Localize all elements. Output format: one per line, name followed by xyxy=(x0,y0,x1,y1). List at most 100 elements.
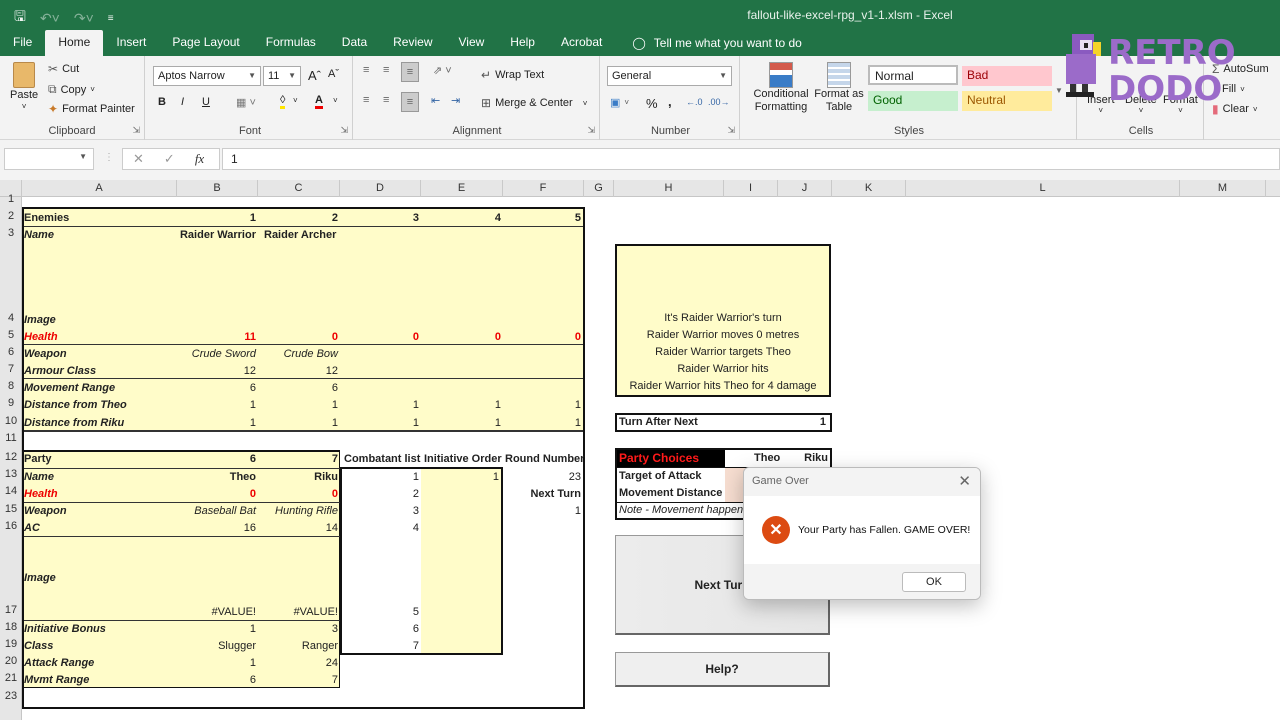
enemy-movement[interactable]: 6 xyxy=(177,380,258,397)
close-icon[interactable]: ✕ xyxy=(958,472,971,490)
party-name[interactable]: Riku xyxy=(258,469,340,486)
column-header[interactable]: E xyxy=(421,180,503,197)
increase-decimal-icon[interactable]: ←.0 xyxy=(686,97,703,107)
party-attack-label[interactable]: Attack Range xyxy=(22,655,96,672)
row-header[interactable]: 13 xyxy=(0,468,22,480)
font-size-select[interactable]: 11 ▼ xyxy=(263,66,301,86)
wrap-text-button[interactable]: ↵ Wrap Text xyxy=(481,68,544,82)
format-as-table-button[interactable]: Format as Table xyxy=(814,62,864,114)
enemy-dist-riku[interactable]: 1 xyxy=(340,415,421,432)
font-color-icon[interactable]: A xyxy=(315,94,323,109)
enemy-dist-riku[interactable]: 1 xyxy=(421,415,503,432)
orientation-icon[interactable]: ⇗ ˅ xyxy=(433,64,452,77)
party-image-label[interactable]: Image xyxy=(22,570,58,587)
combatant-item[interactable]: 3 xyxy=(340,503,421,520)
enemy-dist-riku[interactable]: 1 xyxy=(258,415,340,432)
percent-button[interactable]: % xyxy=(646,96,658,111)
party-image-error[interactable]: #VALUE! xyxy=(258,604,340,621)
decrease-font-icon[interactable]: Aˇ xyxy=(328,68,339,80)
comma-button[interactable]: , xyxy=(668,94,672,109)
row-header[interactable]: 20 xyxy=(0,655,22,667)
enemy-dist-riku-label[interactable]: Distance from Riku xyxy=(22,415,126,432)
party-header[interactable]: Party xyxy=(22,451,54,468)
enemy-weapon-label[interactable]: Weapon xyxy=(22,346,69,363)
combatant-list-header[interactable]: Combatant list xyxy=(342,451,422,468)
accounting-format-icon[interactable]: ▣ ˅ xyxy=(610,96,629,109)
column-header[interactable]: D xyxy=(340,180,421,197)
tell-me-search[interactable]: ◯ Tell me what you want to do xyxy=(619,30,815,56)
cut-button[interactable]: ✂ Cut xyxy=(48,62,79,76)
column-header[interactable]: I xyxy=(724,180,778,197)
row-header[interactable]: 4 xyxy=(0,312,22,324)
decrease-decimal-icon[interactable]: .00→ xyxy=(708,97,730,107)
row-header[interactable]: 21 xyxy=(0,672,22,684)
enemy-health[interactable]: 11 xyxy=(177,329,258,346)
combatant-item[interactable]: 2 xyxy=(340,486,421,503)
row-header[interactable]: 10 xyxy=(0,415,22,427)
column-header[interactable]: H xyxy=(614,180,724,197)
party-id[interactable]: 6 xyxy=(177,451,258,468)
target-of-attack-label[interactable]: Target of Attack xyxy=(617,468,704,485)
enemy-dist-theo[interactable]: 1 xyxy=(421,397,503,414)
party-class-label[interactable]: Class xyxy=(22,638,55,655)
style-normal[interactable]: Normal xyxy=(868,65,958,85)
row-header[interactable]: 5 xyxy=(0,329,22,341)
party-choices-header[interactable]: Party Choices xyxy=(617,450,701,467)
combatant-item[interactable]: 7 xyxy=(340,638,421,655)
party-id[interactable]: 7 xyxy=(258,451,340,468)
movement-distance-label[interactable]: Movement Distance xyxy=(617,485,724,502)
tab-home[interactable]: Home xyxy=(45,30,104,56)
enemy-health[interactable]: 0 xyxy=(258,329,340,346)
enemy-image-label[interactable]: Image xyxy=(22,312,58,329)
enemy-armour[interactable]: 12 xyxy=(177,363,258,380)
align-center-icon[interactable]: ≡ xyxy=(383,94,389,106)
row-header[interactable]: 11 xyxy=(0,432,22,444)
align-left-icon[interactable]: ≡ xyxy=(363,94,369,106)
borders-icon[interactable]: ▦ ˅ xyxy=(236,96,256,109)
style-bad[interactable]: Bad xyxy=(962,66,1052,86)
tab-data[interactable]: Data xyxy=(329,30,380,56)
party-health-label[interactable]: Health xyxy=(22,486,60,503)
party-weapon-label[interactable]: Weapon xyxy=(22,503,69,520)
enemy-health[interactable]: 0 xyxy=(503,329,583,346)
number-format-select[interactable]: General ▼ xyxy=(607,66,732,86)
tab-formulas[interactable]: Formulas xyxy=(253,30,329,56)
bold-button[interactable]: B xyxy=(158,96,166,108)
party-ac[interactable]: 16 xyxy=(177,520,258,537)
row-header[interactable]: 2 xyxy=(0,210,22,222)
enter-icon[interactable]: ✓ xyxy=(164,151,175,167)
enemy-movement[interactable]: 6 xyxy=(258,380,340,397)
fill-color-icon[interactable]: ◊ xyxy=(280,94,286,109)
row-header[interactable]: 6 xyxy=(0,346,22,358)
align-right-icon[interactable]: ≡ xyxy=(401,92,419,112)
formula-input[interactable]: 1 xyxy=(222,148,1280,170)
enemy-health[interactable]: 0 xyxy=(340,329,421,346)
party-weapon[interactable]: Hunting Rifle xyxy=(258,503,340,520)
style-neutral[interactable]: Neutral xyxy=(962,91,1052,111)
column-header[interactable]: M xyxy=(1180,180,1266,197)
party-choices-col[interactable]: Theo xyxy=(752,450,782,467)
paste-button[interactable]: Paste ˅ xyxy=(10,62,38,111)
party-choices-col[interactable]: Riku xyxy=(792,450,830,467)
enemy-id[interactable]: 5 xyxy=(503,210,583,227)
format-painter-button[interactable]: ✦ Format Painter xyxy=(48,102,135,116)
enemy-dist-theo[interactable]: 1 xyxy=(503,397,583,414)
column-header[interactable]: A xyxy=(22,180,177,197)
turn-after-next-label[interactable]: Turn After Next xyxy=(617,414,700,431)
column-header[interactable]: C xyxy=(258,180,340,197)
combatant-item[interactable]: 4 xyxy=(340,520,421,537)
style-good[interactable]: Good xyxy=(868,91,958,111)
insert-function-icon[interactable]: fx xyxy=(195,151,204,167)
enemy-id[interactable]: 4 xyxy=(421,210,503,227)
tab-acrobat[interactable]: Acrobat xyxy=(548,30,615,56)
party-mvmt[interactable]: 7 xyxy=(258,672,340,689)
round-number-header[interactable]: Round Number xyxy=(503,451,584,468)
party-health[interactable]: 0 xyxy=(258,486,340,503)
row-header[interactable]: 17 xyxy=(0,604,22,616)
column-header[interactable]: J xyxy=(778,180,832,197)
conditional-formatting-button[interactable]: Conditional Formatting xyxy=(750,62,812,114)
party-name[interactable]: Theo xyxy=(177,469,258,486)
party-health[interactable]: 0 xyxy=(177,486,258,503)
enemy-health[interactable]: 0 xyxy=(421,329,503,346)
row-header[interactable]: 14 xyxy=(0,485,22,497)
